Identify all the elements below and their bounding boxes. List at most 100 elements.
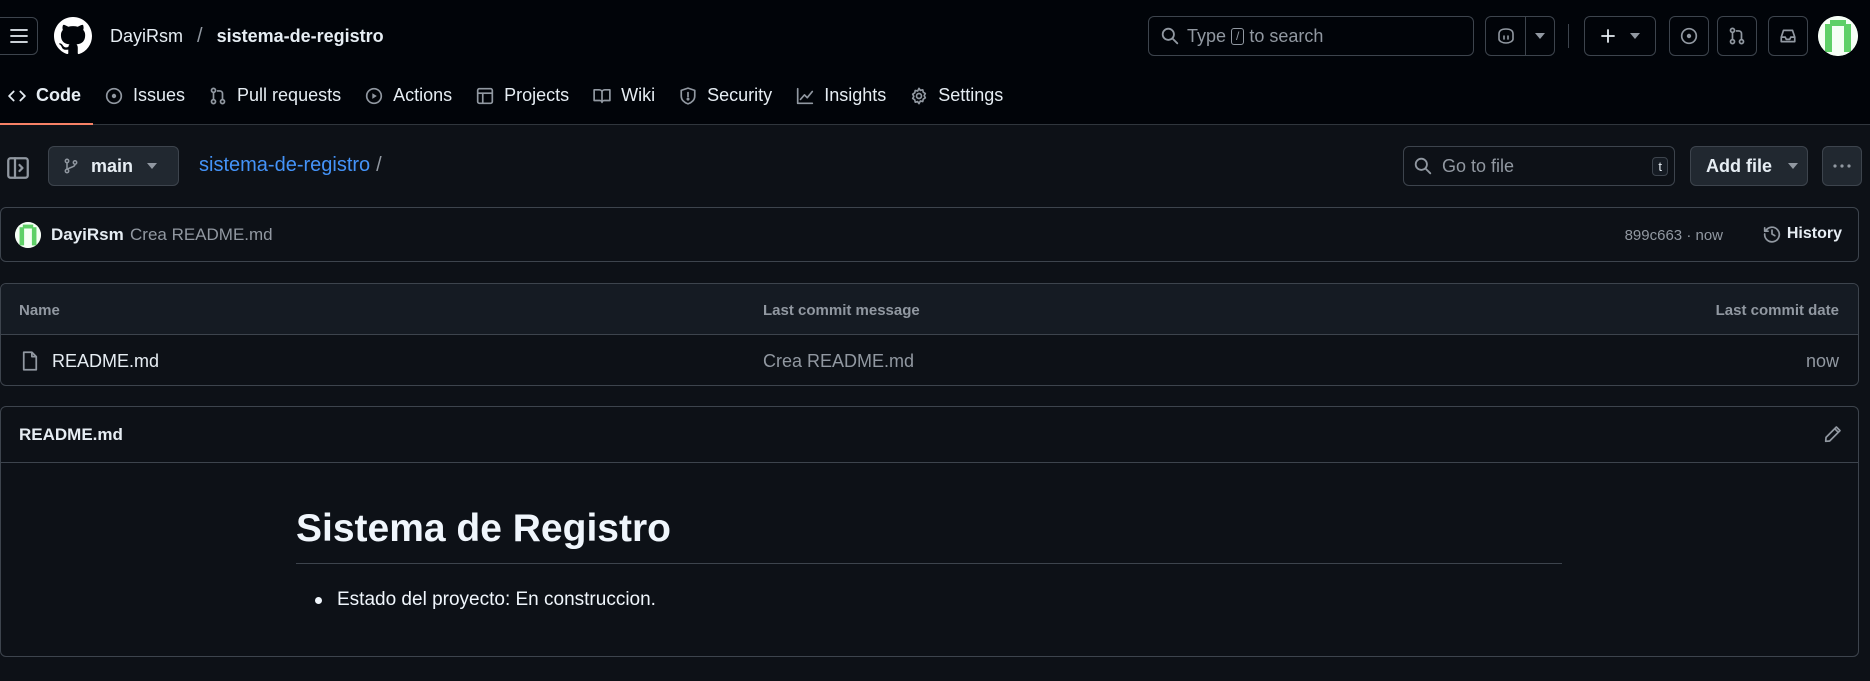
readme-list-text: Estado del proyecto: En construccion. [337, 589, 656, 610]
file-path-breadcrumb: sistema-de-registro / [199, 154, 382, 177]
tab-label: Projects [504, 85, 570, 105]
search-input[interactable]: Type / to search [1148, 16, 1474, 56]
github-logo-icon[interactable] [54, 17, 92, 55]
readme-header: README.md [1, 407, 1858, 463]
history-button[interactable]: History [1763, 225, 1842, 243]
path-repo-link[interactable]: sistema-de-registro [199, 154, 370, 177]
history-icon [1763, 226, 1781, 243]
git-pull-request-icon [210, 87, 226, 104]
branch-name: main [91, 155, 134, 176]
file-commit-message-link[interactable]: Crea README.md [763, 351, 914, 372]
issue-opened-icon [105, 87, 123, 104]
go-to-file-placeholder: Go to file [1442, 155, 1515, 176]
file-commit-date: now [1805, 351, 1839, 371]
inbox-icon [1780, 29, 1796, 43]
list-bullet [315, 596, 322, 604]
column-header-name: Name [19, 302, 60, 319]
path-separator: / [376, 154, 382, 176]
add-file-button[interactable]: Add file [1690, 146, 1808, 186]
tab-label: Insights [824, 85, 887, 105]
readme-filename[interactable]: README.md [19, 425, 123, 445]
table-row[interactable]: README.md Crea README.md now [1, 335, 1858, 385]
shield-icon [680, 86, 696, 105]
identicon-avatar [1818, 16, 1858, 56]
search-icon [1161, 27, 1179, 45]
menu-button[interactable] [0, 17, 38, 55]
plus-icon [1601, 29, 1615, 43]
code-icon [8, 90, 26, 101]
tab-label: Pull requests [237, 85, 342, 105]
chevron-down-icon [147, 163, 158, 169]
gear-icon [912, 87, 927, 104]
book-icon [593, 88, 611, 103]
kebab-horizontal-icon [1833, 164, 1851, 168]
commit-author-avatar[interactable] [15, 222, 41, 248]
latest-commit-bar: DayiRsm Crea README.md 899c663 · now His… [0, 207, 1859, 262]
column-header-last-commit-message: Last commit message [763, 302, 920, 319]
graph-icon [797, 87, 814, 104]
tab-issues[interactable]: Issues [97, 78, 197, 125]
inbox-button[interactable] [1768, 16, 1808, 56]
chevron-down-icon [1788, 163, 1798, 169]
search-icon [1414, 157, 1432, 175]
tab-code[interactable]: Code [0, 78, 93, 125]
readme-list-item: Estado del proyecto: En construccion. [315, 589, 656, 611]
issue-opened-icon [1680, 27, 1698, 45]
files-table-header: Name Last commit message Last commit dat… [1, 284, 1858, 335]
tab-wiki[interactable]: Wiki [585, 78, 667, 125]
column-header-last-commit-date: Last commit date [1715, 302, 1839, 319]
tab-label: Code [36, 85, 81, 105]
copilot-icon [1497, 28, 1514, 44]
tab-pull-requests[interactable]: Pull requests [201, 78, 353, 125]
tab-actions[interactable]: Actions [357, 78, 464, 125]
pencil-icon[interactable] [1824, 425, 1842, 443]
copilot-button[interactable] [1485, 16, 1555, 56]
commit-hash-time[interactable]: 899c663 · now [1625, 227, 1723, 244]
breadcrumb-separator: / [197, 24, 203, 47]
repo-link[interactable]: sistema-de-registro [217, 26, 384, 47]
tab-label: Settings [938, 85, 1004, 105]
tab-projects[interactable]: Projects [468, 78, 581, 125]
header-breadcrumb: DayiRsm / sistema-de-registro [110, 24, 384, 48]
git-pull-request-icon [1729, 27, 1745, 45]
file-icon [22, 351, 38, 371]
tab-insights[interactable]: Insights [788, 78, 898, 125]
tab-settings[interactable]: Settings [902, 78, 1015, 125]
go-to-file-shortcut: t [1652, 157, 1668, 176]
chevron-down-icon [1630, 33, 1640, 39]
history-label: History [1786, 225, 1842, 242]
user-avatar[interactable] [1818, 16, 1858, 56]
top-header: DayiRsm / sistema-de-registro Type / to … [0, 0, 1870, 125]
copilot-dropdown[interactable] [1526, 33, 1554, 39]
create-new-button[interactable] [1584, 16, 1656, 56]
search-placeholder-suffix: to search [1249, 25, 1324, 46]
table-icon [476, 87, 494, 104]
files-table: Name Last commit message Last commit dat… [0, 283, 1859, 386]
play-icon [365, 87, 383, 104]
add-file-label: Add file [1706, 155, 1772, 176]
hamburger-icon [9, 29, 28, 43]
commit-author-link[interactable]: DayiRsm [51, 225, 124, 245]
search-placeholder-prefix: Type [1187, 25, 1227, 46]
sidebar-expand-icon[interactable] [6, 156, 30, 180]
tab-label: Issues [133, 85, 186, 105]
owner-link[interactable]: DayiRsm [110, 26, 183, 47]
branch-selector[interactable]: main [48, 146, 179, 186]
header-divider [1568, 24, 1569, 48]
readme-heading: Sistema de Registro [296, 507, 1562, 564]
pull-requests-button[interactable] [1717, 16, 1757, 56]
readme-panel: README.md Sistema de Registro Estado del… [0, 406, 1859, 657]
commit-message-link[interactable]: Crea README.md [130, 225, 273, 245]
search-shortcut-key: / [1231, 27, 1245, 45]
file-name-link[interactable]: README.md [52, 351, 159, 372]
repo-nav: Code Issues Pull requests Actions Projec… [0, 78, 1019, 125]
identicon-avatar [15, 222, 41, 248]
tab-label: Security [707, 85, 773, 105]
issues-button[interactable] [1669, 16, 1709, 56]
git-branch-icon [64, 158, 78, 174]
go-to-file-input[interactable]: Go to file t [1403, 146, 1675, 186]
more-options-button[interactable] [1822, 146, 1862, 186]
tab-security[interactable]: Security [671, 78, 784, 125]
tab-label: Wiki [621, 85, 656, 105]
chevron-down-icon [1535, 33, 1545, 39]
